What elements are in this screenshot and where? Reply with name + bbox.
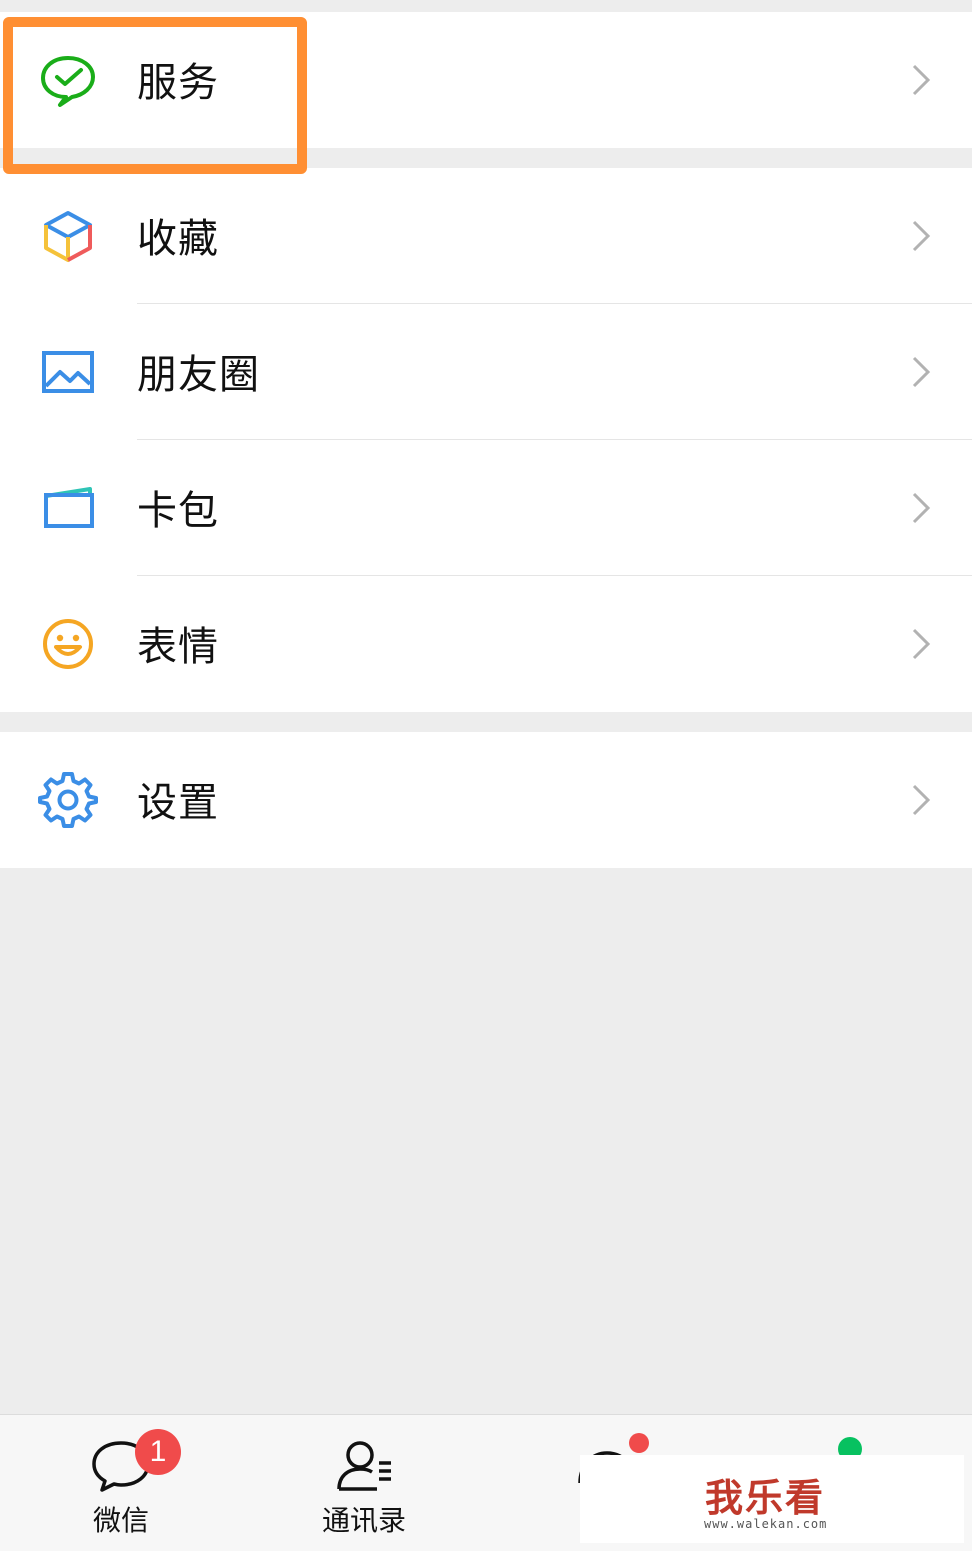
chevron-right-icon	[912, 628, 931, 660]
menu-item-label: 表情	[137, 623, 219, 670]
wallet-card-icon	[38, 478, 98, 538]
menu-item-settings[interactable]: 设置	[0, 732, 972, 868]
settings-group: 设置	[0, 732, 972, 868]
chevron-right-icon	[912, 356, 931, 388]
watermark-url: www.walekan.com	[704, 1517, 828, 1531]
chevron-right-icon	[912, 492, 931, 524]
watermark: 我乐看 www.walekan.com	[580, 1455, 964, 1543]
tab-chats[interactable]: 1 微信	[21, 1415, 221, 1551]
contacts-icon	[337, 1441, 391, 1491]
gear-icon	[38, 770, 98, 830]
menu-item-label: 朋友圈	[137, 351, 260, 398]
tab-label: 微信	[92, 1504, 149, 1537]
picture-icon	[38, 342, 98, 402]
chevron-right-icon	[912, 64, 931, 96]
watermark-brand: 我乐看	[705, 1476, 826, 1520]
smiley-face-icon	[38, 614, 98, 674]
chevron-right-icon	[912, 784, 931, 816]
chevron-right-icon	[912, 220, 931, 252]
tab-contacts[interactable]: 通讯录	[264, 1415, 464, 1551]
menu-item-moments[interactable]: 朋友圈	[0, 304, 972, 440]
menu-item-label: 卡包	[137, 487, 219, 534]
new-indicator-dot	[629, 1433, 649, 1453]
menu-item-label: 设置	[137, 779, 219, 826]
tab-label: 通讯录	[321, 1504, 406, 1537]
menu-item-label: 收藏	[137, 215, 219, 262]
features-group: 收藏 朋友圈 卡包 表情	[0, 168, 972, 712]
menu-item-cards[interactable]: 卡包	[0, 440, 972, 576]
menu-item-stickers[interactable]: 表情	[0, 576, 972, 712]
cube-icon	[38, 206, 98, 266]
menu-item-favorites[interactable]: 收藏	[0, 168, 972, 304]
highlight-box	[3, 17, 307, 174]
unread-badge: 1	[135, 1429, 181, 1475]
